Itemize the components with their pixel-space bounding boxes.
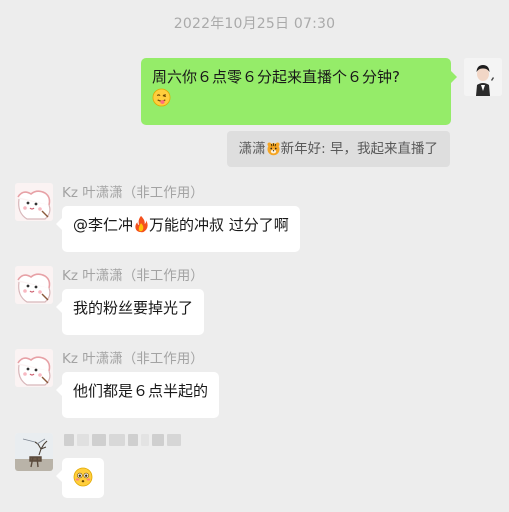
contact-avatar[interactable] [15, 266, 53, 304]
incoming-message-bubble[interactable]: @李仁冲 万能的冲叔 过分了啊 [56, 206, 300, 252]
tongue-face-emoji-icon [152, 88, 171, 113]
avatar-photo-icon [464, 58, 502, 96]
cartoon-cat-avatar-icon [15, 183, 53, 221]
message-text: 我的粉丝要掉光了 [73, 299, 194, 317]
deer-landscape-avatar-icon [15, 433, 53, 471]
quote-text: 新年好: 早，我起来直播了 [280, 141, 438, 157]
sender-name: Kz 叶潇潇（非工作用） [62, 351, 204, 367]
contact-avatar[interactable] [15, 349, 53, 387]
contact-avatar[interactable] [15, 183, 53, 221]
quoted-message[interactable]: 潇潇 新年好: 早，我起来直播了 [226, 131, 450, 170]
outgoing-message-text: 周六你６点零６分起来直播个６分钟? [152, 68, 400, 86]
incoming-emoji-bubble[interactable] [56, 458, 104, 498]
quote-prefix: 潇潇 [238, 141, 266, 157]
message-text: 他们都是６点半起的 [73, 382, 209, 400]
mention-text: @李仁冲 [73, 216, 134, 234]
tiger-emoji-icon [266, 134, 281, 170]
cartoon-cat-avatar-icon [15, 349, 53, 387]
sender-name: Kz 叶潇潇（非工作用） [62, 268, 204, 284]
outgoing-message-bubble[interactable]: 周六你６点零６分起来直播个６分钟? [141, 58, 457, 125]
incoming-message-bubble[interactable]: 他们都是６点半起的 [55, 372, 220, 418]
my-avatar[interactable] [464, 58, 502, 96]
obscured-sender-name [64, 434, 181, 446]
message-text: 万能的冲叔 过分了啊 [149, 216, 289, 234]
sender-name: Kz 叶潇潇（非工作用） [62, 185, 204, 201]
flushed-face-emoji-icon [73, 467, 93, 493]
message-timestamp: 2022年10月25日 07:30 [173, 16, 336, 32]
incoming-message-bubble[interactable]: 我的粉丝要掉光了 [55, 289, 205, 335]
cartoon-cat-avatar-icon [15, 266, 53, 304]
fire-emoji-icon [133, 215, 149, 239]
contact-avatar[interactable] [15, 433, 53, 471]
